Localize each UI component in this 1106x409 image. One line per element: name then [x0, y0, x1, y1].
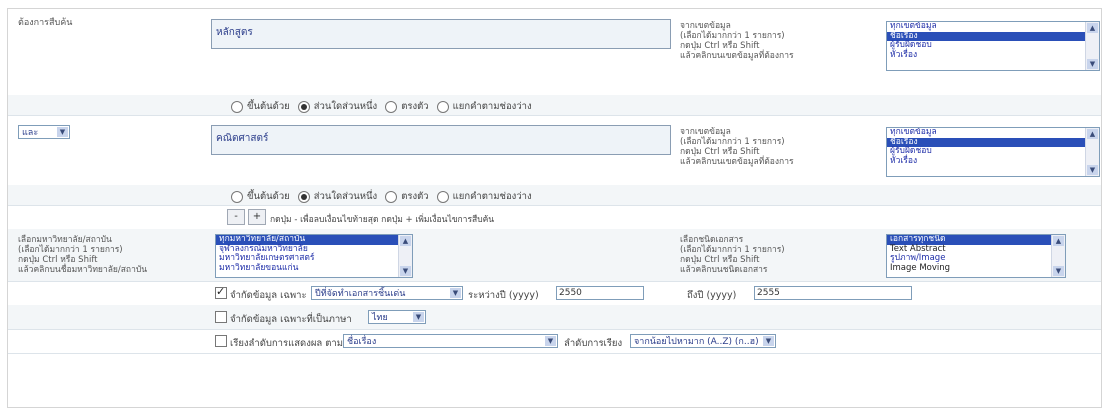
list-item[interactable]: ทุกเขตข้อมูล: [887, 128, 1099, 138]
field-listbox-1[interactable]: ทุกเขตข้อมูล ชื่อเรื่อง ผู้รับผิดชอบ หัว…: [886, 21, 1100, 71]
doctype-hint: เลือกชนิดเอกสาร (เลือกได้มากกว่า 1 รายการ…: [680, 235, 785, 275]
chevron-down-icon: ▼: [450, 288, 461, 298]
language-limit-checkbox[interactable]: [215, 311, 227, 323]
scroll-up-icon[interactable]: ▲: [1053, 236, 1064, 246]
list-item[interactable]: Image Moving: [887, 263, 1065, 274]
search-term-input-2[interactable]: คณิตศาสตร์: [211, 125, 671, 155]
field-hint-2: จากเขตข้อมูล (เลือกได้มากกว่า 1 รายการ) กด…: [680, 127, 794, 167]
search-label: ต้องการสืบค้น: [18, 18, 73, 28]
from-year-input[interactable]: 2550: [556, 286, 644, 300]
sort-row: เรียงลำดับการแสดงผล ตาม ชื่อเรื่อง ▼ ลำดั…: [8, 329, 1101, 354]
scroll-down-icon[interactable]: ▼: [1087, 165, 1098, 175]
search-row-2: และ ▼ คณิตศาสตร์ จากเขตข้อมูล (เลือกได้มาก…: [8, 115, 1101, 186]
scroll-down-icon[interactable]: ▼: [1053, 266, 1064, 276]
list-item[interactable]: มหาวิทยาลัยขอนแก่น: [216, 263, 412, 274]
scroll-up-icon[interactable]: ▲: [1087, 23, 1098, 33]
match-row-1: ขึ้นต้นด้วย ส่วนใดส่วนหนึ่ง ตรงตัว แยกคำ…: [8, 95, 1101, 116]
language-limit-row: จำกัดข้อมูล เฉพาะที่เป็นภาษา ไทย ▼: [8, 305, 1101, 330]
sort-order-label: ลำดับการเรียง: [564, 338, 623, 349]
match-options-2: ขึ้นต้นด้วย ส่วนใดส่วนหนึ่ง ตรงตัว แยกคำ…: [223, 189, 532, 204]
doctype-listbox[interactable]: เอกสารทุกชนิด Text Abstract รูปภาพ/Image…: [886, 234, 1066, 278]
list-item[interactable]: ผู้รับผิดชอบ: [887, 146, 1099, 157]
remove-condition-button[interactable]: -: [227, 209, 245, 225]
add-remove-row: - + กดปุ่ม - เพื่อลบเงื่อนไขท้ายสุด กดปุ…: [8, 205, 1101, 230]
year-limit-row: จำกัดข้อมูล เฉพาะ ปีที่จัดทำเอกสารชิ้นเด…: [8, 281, 1101, 306]
sort-label: เรียงลำดับการแสดงผล ตาม: [230, 338, 344, 349]
advanced-search-form: ต้องการสืบค้น หลักสูตร จากเขตข้อมูล (เลือ…: [7, 8, 1102, 408]
year-limit-checkbox[interactable]: [215, 285, 227, 299]
to-year-input[interactable]: 2555: [754, 286, 912, 300]
scroll-up-icon[interactable]: ▲: [400, 236, 411, 246]
list-item[interactable]: หัวเรื่อง: [887, 50, 1099, 61]
radio-starts-with[interactable]: [231, 190, 243, 203]
match-row-2: ขึ้นต้นด้วย ส่วนใดส่วนหนึ่ง ตรงตัว แยกคำ…: [8, 185, 1101, 206]
scroll-down-icon[interactable]: ▼: [400, 266, 411, 276]
scroll-up-icon[interactable]: ▲: [1087, 129, 1098, 139]
year-limit-label: จำกัดข้อมูล เฉพาะ: [230, 290, 307, 301]
list-item[interactable]: ผู้รับผิดชอบ: [887, 40, 1099, 51]
sort-field-select[interactable]: ชื่อเรื่อง ▼: [343, 334, 558, 348]
radio-contains[interactable]: [297, 190, 310, 203]
radio-split-words[interactable]: [436, 100, 449, 113]
field-listbox-2[interactable]: ทุกเขตข้อมูล ชื่อเรื่อง ผู้รับผิดชอบ หัว…: [886, 127, 1100, 177]
to-year-label: ถึงปี (yyyy): [687, 290, 737, 301]
sort-checkbox[interactable]: [215, 335, 227, 347]
year-type-select[interactable]: ปีที่จัดทำเอกสารชิ้นเด่น ▼: [311, 286, 463, 300]
add-remove-hint: กดปุ่ม - เพื่อลบเงื่อนไขท้ายสุด กดปุ่ม +…: [270, 215, 495, 225]
chevron-down-icon: ▼: [57, 127, 68, 137]
from-year-label: ระหว่างปี (yyyy): [468, 290, 539, 301]
language-select[interactable]: ไทย ▼: [368, 310, 426, 324]
list-item[interactable]: ทุกเขตข้อมูล: [887, 22, 1099, 32]
radio-exact[interactable]: [385, 100, 398, 113]
radio-exact[interactable]: [385, 190, 398, 203]
chevron-down-icon: ▼: [545, 336, 556, 346]
add-condition-button[interactable]: +: [248, 209, 266, 225]
boolean-operator-select[interactable]: และ ▼: [18, 125, 70, 139]
list-item[interactable]: หัวเรื่อง: [887, 156, 1099, 167]
field-hint-1: จากเขตข้อมูล (เลือกได้มากกว่า 1 รายการ) กด…: [680, 21, 794, 61]
chevron-down-icon: ▼: [763, 336, 774, 346]
chevron-down-icon: ▼: [413, 312, 424, 322]
match-options-1: ขึ้นต้นด้วย ส่วนใดส่วนหนึ่ง ตรงตัว แยกคำ…: [223, 99, 532, 114]
scrollbar[interactable]: ▲ ▼: [1085, 22, 1099, 70]
language-limit-label: จำกัดข้อมูล เฉพาะที่เป็นภาษา: [230, 314, 352, 325]
university-hint: เลือกมหาวิทยาลัย/สถาบัน (เลือกได้มากกว่า …: [18, 235, 148, 275]
search-row-1: ต้องการสืบค้น หลักสูตร จากเขตข้อมูล (เลือ…: [8, 9, 1101, 96]
search-term-input-1[interactable]: หลักสูตร: [211, 19, 671, 49]
radio-split-words[interactable]: [436, 190, 449, 203]
scrollbar[interactable]: ▲ ▼: [1085, 128, 1099, 176]
scrollbar[interactable]: ▲ ▼: [1051, 235, 1065, 277]
university-listbox[interactable]: ทุกมหาวิทยาลัย/สถาบัน จุฬาลงกรณ์มหาวิทยา…: [215, 234, 413, 278]
sort-order-select[interactable]: จากน้อยไปหามาก (A..Z) (ก..ฮ) ▼: [630, 334, 776, 348]
filter-row: เลือกมหาวิทยาลัย/สถาบัน (เลือกได้มากกว่า …: [8, 229, 1101, 282]
scrollbar[interactable]: ▲ ▼: [398, 235, 412, 277]
radio-contains[interactable]: [297, 100, 310, 113]
radio-starts-with[interactable]: [231, 100, 243, 113]
scroll-down-icon[interactable]: ▼: [1087, 59, 1098, 69]
